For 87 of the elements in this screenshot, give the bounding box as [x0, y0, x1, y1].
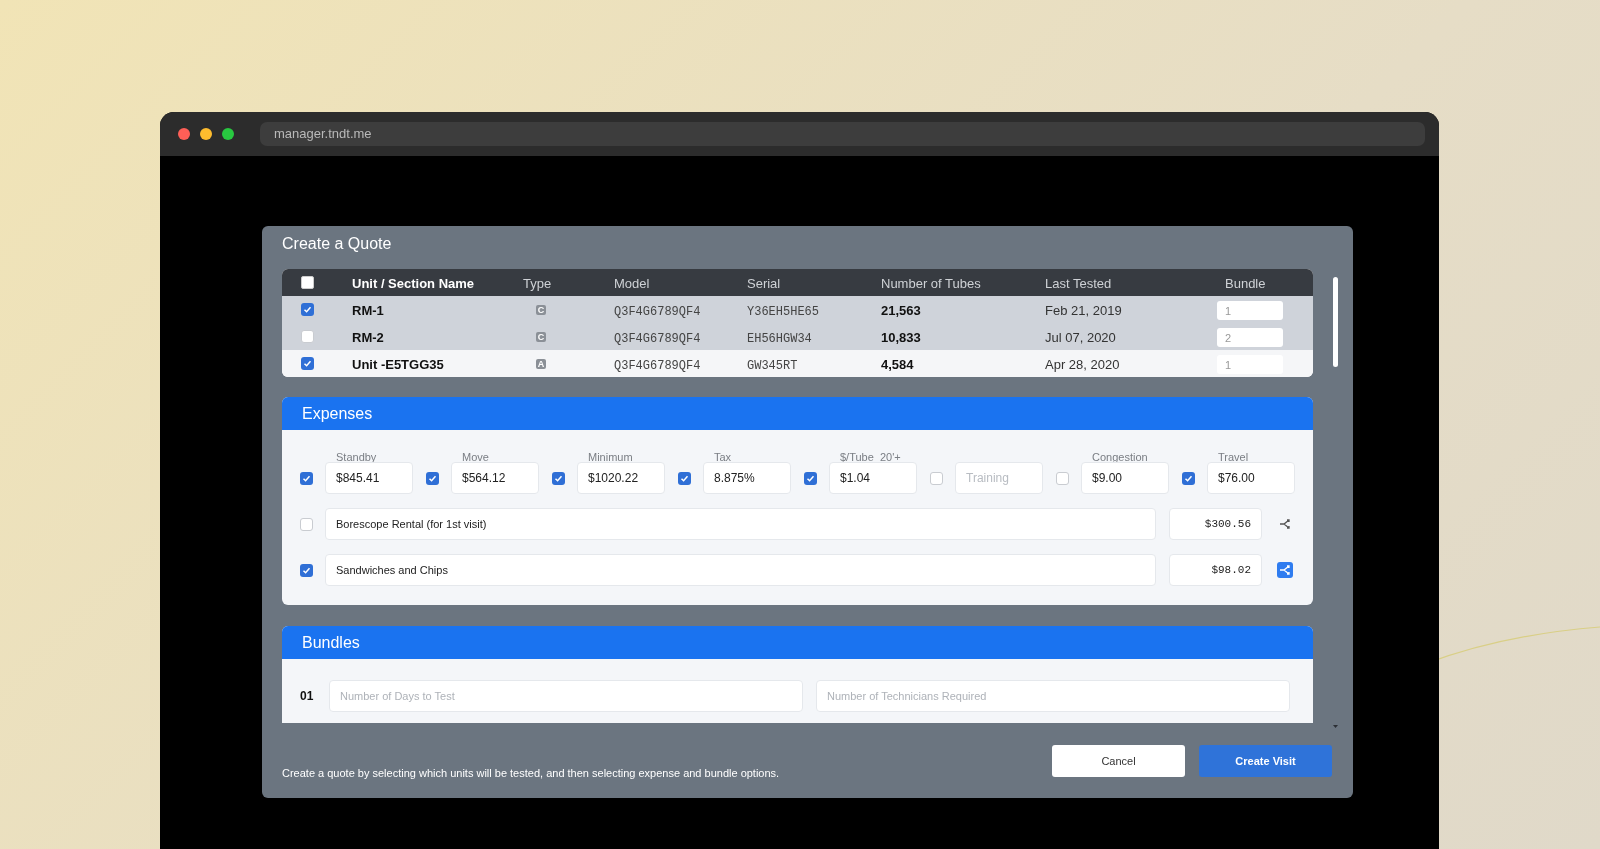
- dialog-title: Create a Quote: [282, 233, 392, 254]
- table-row[interactable]: RM-2 C Q3F4G6789QF4 EH56HGW34 10,833 Jul 07, 2020 2: [282, 323, 1313, 350]
- column-header[interactable]: Bundle: [1225, 275, 1266, 291]
- create-button[interactable]: Create Visit: [1199, 745, 1332, 777]
- checkbox[interactable]: [804, 471, 817, 485]
- field-label: Travel: [1218, 451, 1249, 463]
- checkbox[interactable]: [930, 471, 943, 485]
- table-row[interactable]: Unit -E5TGG35 A Q3F4G6789QF4 GW345RT 4,584 Apr 28, 2020 1: [282, 350, 1313, 377]
- table-cell: Y36EH5HE65: [747, 304, 819, 319]
- table-cell: Q3F4G6789QF4: [614, 304, 701, 319]
- input-field[interactable]: Number of Technicians Required: [816, 680, 1290, 712]
- scrollbar[interactable]: [1333, 277, 1338, 367]
- table-cell: 4,584: [881, 356, 914, 372]
- field-label: Standby: [336, 451, 377, 463]
- scroll-down-icon[interactable]: [1333, 725, 1338, 728]
- table-cell: 10,833: [881, 329, 921, 345]
- column-header[interactable]: Last Tested: [1045, 275, 1112, 291]
- checkbox[interactable]: [678, 471, 691, 485]
- table-cell: Feb 21, 2019: [1045, 302, 1122, 318]
- close-window-icon[interactable]: [178, 128, 190, 140]
- input-field[interactable]: $76.00: [1207, 462, 1295, 494]
- input-field[interactable]: $845.41: [325, 462, 413, 494]
- field-label: Tax: [714, 451, 732, 463]
- type-badge: C: [536, 331, 546, 342]
- panel-title: Bundles: [302, 632, 360, 653]
- address-bar[interactable]: manager.tndt.me: [260, 122, 1425, 146]
- input-field[interactable]: $1.04: [829, 462, 917, 494]
- input-field[interactable]: 8.875%: [703, 462, 791, 494]
- input-field[interactable]: Number of Days to Test: [329, 680, 803, 712]
- field-label: Congestion: [1092, 451, 1148, 463]
- branch-arrow-icon[interactable]: [1277, 562, 1293, 578]
- amount-field[interactable]: $300.56: [1169, 508, 1262, 540]
- branch-arrow-icon[interactable]: [1277, 516, 1293, 532]
- check-icon: [302, 473, 311, 483]
- unit-name: RM-2: [352, 329, 384, 345]
- checkbox[interactable]: [300, 471, 313, 485]
- checkbox[interactable]: [301, 303, 314, 316]
- help-text: Create a quote by selecting which units will be tested, and then selecting expense and bundle options.: [282, 765, 780, 781]
- checkbox[interactable]: [301, 330, 314, 343]
- cancel-button[interactable]: Cancel: [1052, 745, 1185, 777]
- column-header[interactable]: Unit / Section Name: [352, 275, 475, 291]
- checkbox[interactable]: [301, 357, 314, 370]
- checkbox[interactable]: [300, 563, 313, 577]
- checkbox[interactable]: [552, 471, 565, 485]
- checkbox[interactable]: [1056, 471, 1069, 485]
- check-icon: [303, 305, 312, 314]
- maximize-window-icon[interactable]: [222, 128, 234, 140]
- check-icon: [554, 473, 563, 483]
- table-cell: GW345RT: [747, 358, 798, 373]
- checkbox[interactable]: [426, 471, 439, 485]
- column-header[interactable]: Serial: [747, 275, 781, 291]
- table-row[interactable]: RM-1 C Q3F4G6789QF4 Y36EH5HE65 21,563 Feb 21, 2019 1: [282, 296, 1313, 323]
- check-icon: [680, 473, 689, 483]
- field-label: $/Tube 20'+: [840, 451, 901, 463]
- input-field[interactable]: $9.00: [1081, 462, 1169, 494]
- type-badge: C: [536, 304, 546, 315]
- check-icon: [303, 359, 312, 368]
- panel-title: Expenses: [302, 403, 373, 424]
- table-cell: EH56HGW34: [747, 331, 812, 346]
- checkbox[interactable]: [1182, 471, 1195, 485]
- check-icon: [302, 565, 311, 575]
- input-field[interactable]: $1020.22: [577, 462, 665, 494]
- check-icon: [428, 473, 437, 483]
- checkbox[interactable]: [300, 517, 313, 531]
- field-label: Move: [462, 451, 489, 463]
- description-field[interactable]: Borescope Rental (for 1st visit): [325, 508, 1156, 540]
- column-header[interactable]: Model: [614, 275, 650, 291]
- table-cell: Jul 07, 2020: [1045, 329, 1116, 345]
- input-field[interactable]: Training: [955, 462, 1043, 494]
- amount-field[interactable]: $98.02: [1169, 554, 1262, 586]
- type-badge: A: [536, 358, 546, 369]
- field-label: Minimum: [588, 451, 633, 463]
- check-icon: [806, 473, 815, 483]
- column-header[interactable]: Number of Tubes: [881, 275, 981, 291]
- table-cell: Apr 28, 2020: [1045, 356, 1120, 372]
- bundle-number: 01: [300, 688, 315, 705]
- unit-name: Unit -E5TGG35: [352, 356, 444, 372]
- table-cell: 21,563: [881, 302, 921, 318]
- unit-name: RM-1: [352, 302, 384, 318]
- checkbox[interactable]: [301, 276, 314, 289]
- column-header[interactable]: Type: [523, 275, 552, 291]
- minimize-window-icon[interactable]: [200, 128, 212, 140]
- table-cell: Q3F4G6789QF4: [614, 331, 701, 346]
- check-icon: [1184, 473, 1193, 483]
- description-field[interactable]: Sandwiches and Chips: [325, 554, 1156, 586]
- input-field[interactable]: $564.12: [451, 462, 539, 494]
- table-cell: Q3F4G6789QF4: [614, 358, 701, 373]
